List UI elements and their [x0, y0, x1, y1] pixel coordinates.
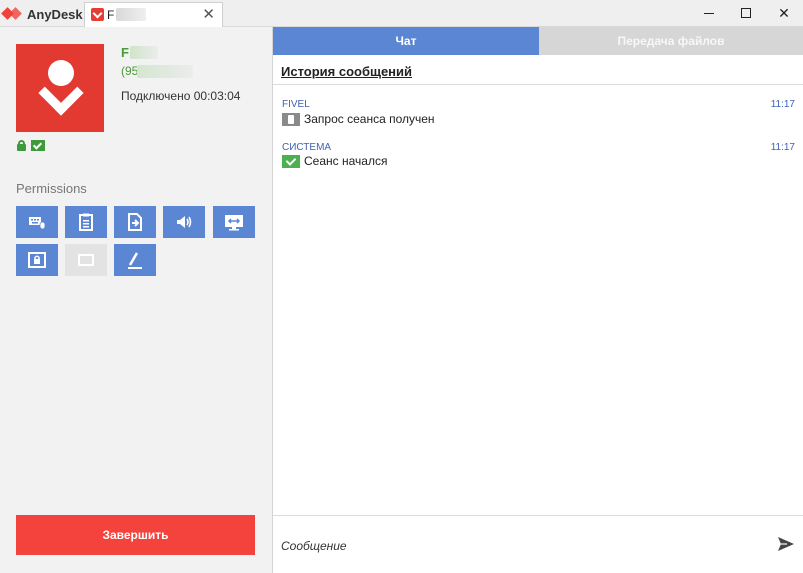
verified-screen-icon	[31, 140, 45, 151]
message-time: 11:17	[770, 99, 795, 110]
redacted-tab-name	[116, 8, 146, 21]
control-screen-permission-button[interactable]	[213, 206, 255, 238]
minimize-button[interactable]	[689, 0, 729, 26]
maximize-icon	[741, 8, 751, 18]
clipboard-icon	[79, 213, 93, 231]
draw-icon	[128, 252, 142, 269]
minimize-icon	[704, 12, 714, 14]
list-item: Сеанс начался	[282, 154, 387, 168]
encrypted-lock-icon	[17, 140, 26, 151]
chat-panel: Чат Передача файлов История сообщений FI…	[273, 27, 803, 573]
message-input[interactable]	[281, 531, 761, 561]
message-text: Сеанс начался	[304, 154, 388, 168]
end-session-button[interactable]: Завершить	[16, 515, 255, 555]
avatar-chevron-icon	[38, 70, 84, 116]
privacy-screen-icon	[78, 254, 94, 266]
message-sender: FIVEL	[282, 99, 310, 110]
send-icon[interactable]	[776, 534, 796, 554]
message-text: Запрос сеанса получен	[304, 112, 435, 126]
session-started-icon	[282, 154, 300, 168]
list-item: Запрос сеанса получен	[282, 112, 435, 126]
sound-permission-button[interactable]	[163, 206, 205, 238]
tab-file-transfer[interactable]: Передача файлов	[539, 27, 803, 55]
redacted-id	[137, 65, 193, 78]
session-tab[interactable]: F ✕	[84, 2, 223, 27]
anydesk-tab-icon	[91, 8, 104, 21]
control-screen-icon	[225, 215, 243, 231]
keyboard-mouse-icon	[29, 217, 46, 230]
divider	[273, 515, 803, 516]
status-icons	[17, 140, 45, 151]
avatar	[16, 44, 104, 132]
file-transfer-permission-button[interactable]	[114, 206, 156, 238]
redacted-name	[130, 46, 158, 59]
lock-screen-icon	[28, 252, 46, 268]
session-request-icon	[282, 112, 300, 126]
maximize-button[interactable]	[726, 0, 766, 26]
app-name: AnyDesk	[27, 6, 83, 22]
anydesk-logo-icon	[1, 7, 24, 21]
tab-close-icon[interactable]: ✕	[202, 5, 215, 23]
remote-user-name: F	[121, 45, 129, 60]
title-bar: AnyDesk F ✕ ✕	[0, 0, 803, 27]
file-transfer-icon	[128, 213, 142, 231]
message-sender: СИСТЕМА	[282, 142, 332, 153]
divider	[273, 84, 803, 85]
permissions-title: Permissions	[16, 181, 87, 196]
message-time: 11:17	[770, 142, 795, 153]
tab-label: F	[107, 8, 115, 22]
message-history-title: История сообщений	[281, 64, 413, 79]
clipboard-permission-button[interactable]	[65, 206, 107, 238]
draw-permission-button[interactable]	[114, 244, 156, 276]
sound-icon	[177, 216, 192, 228]
anydesk-brand[interactable]: AnyDesk	[1, 5, 83, 23]
close-window-button[interactable]: ✕	[764, 0, 803, 26]
connection-status: Подключено 00:03:04	[121, 89, 241, 103]
keyboard-mouse-permission-button[interactable]	[16, 206, 58, 238]
session-panel: F (95 Подключено 00:03:04 Permissions За…	[0, 27, 273, 573]
remote-user-id: (95	[121, 64, 139, 78]
privacy-screen-permission-button[interactable]	[65, 244, 107, 276]
tab-chat[interactable]: Чат	[273, 27, 539, 55]
lock-screen-permission-button[interactable]	[16, 244, 58, 276]
